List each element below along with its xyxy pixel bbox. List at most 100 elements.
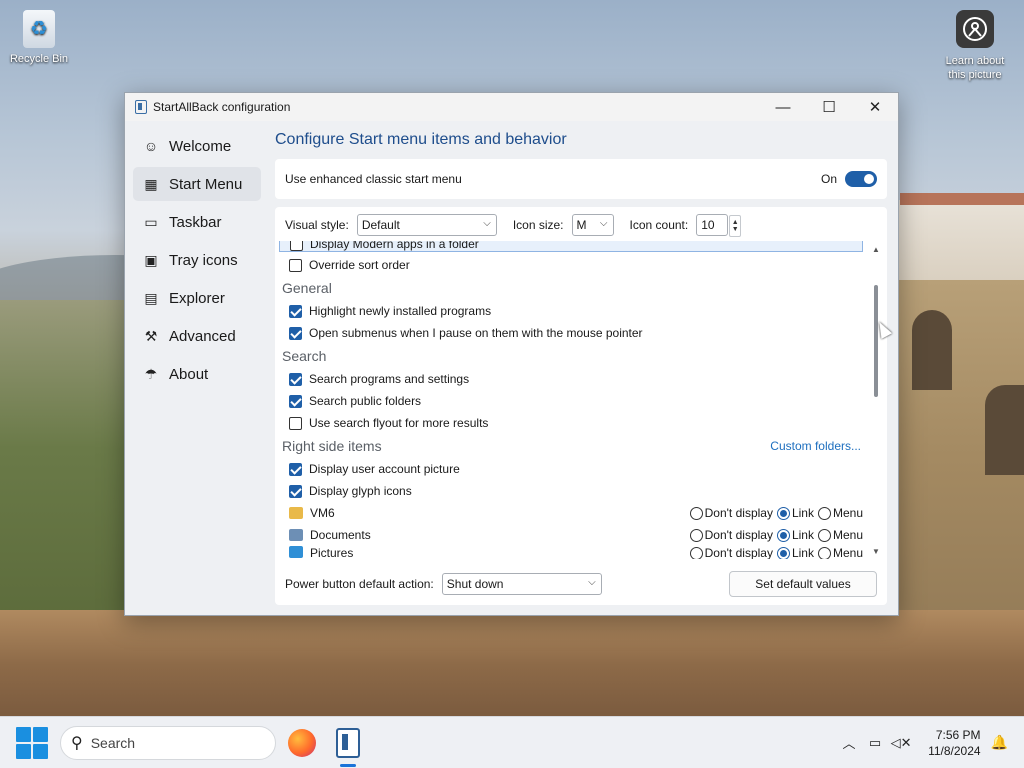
window-title: StartAllBack configuration bbox=[153, 100, 291, 114]
sidebar-item-about[interactable]: ☂ About bbox=[133, 357, 261, 391]
sidebar-item-label: Welcome bbox=[169, 137, 232, 155]
display-mode-radios: Don't display Link Menu bbox=[686, 528, 863, 542]
checkbox[interactable] bbox=[289, 326, 302, 340]
radio-button[interactable] bbox=[817, 546, 831, 559]
radio-dont-display[interactable]: Don't display bbox=[689, 506, 773, 520]
wrench-icon: ⚒ bbox=[144, 327, 158, 344]
volume-muted-icon[interactable]: ◁✕ bbox=[890, 735, 912, 751]
smile-icon: ☺ bbox=[143, 138, 159, 154]
notification-bell-icon[interactable]: 🔔 bbox=[991, 734, 1008, 751]
radio-button[interactable] bbox=[776, 528, 790, 542]
network-icon[interactable]: ▭ bbox=[864, 735, 886, 751]
startallback-app-icon bbox=[135, 100, 147, 114]
list-item[interactable]: Use search flyout for more results bbox=[279, 412, 863, 434]
checkbox[interactable] bbox=[289, 484, 302, 498]
group-header-search: Search bbox=[279, 344, 863, 368]
title-bar[interactable]: StartAllBack configuration — ☐ ✕ bbox=[125, 93, 898, 121]
chevron-up-icon[interactable]: ▲ bbox=[732, 219, 739, 226]
checkbox[interactable] bbox=[289, 372, 302, 386]
sidebar-item-welcome[interactable]: ☺ Welcome bbox=[133, 129, 261, 163]
set-default-values-button[interactable]: Set default values bbox=[729, 571, 877, 597]
sidebar-item-tray-icons[interactable]: ▣ Tray icons bbox=[133, 243, 261, 277]
option-label: Display Modern apps in a folder bbox=[310, 241, 479, 251]
list-item[interactable]: Open submenus when I pause on them with … bbox=[279, 322, 863, 344]
radio-button[interactable] bbox=[776, 506, 790, 520]
list-item[interactable]: Search public folders bbox=[279, 390, 863, 412]
radio-label: Menu bbox=[832, 546, 863, 559]
chevron-down-icon: ⌵ bbox=[588, 577, 596, 588]
folder-row-pictures: Pictures Don't display Link Menu bbox=[279, 546, 863, 559]
folder-row-documents: Documents Don't display Link Menu bbox=[279, 524, 863, 546]
chevron-up-icon[interactable]: ︿ bbox=[838, 733, 860, 752]
power-action-value: Shut down bbox=[446, 577, 504, 591]
folder-label: VM6 bbox=[310, 506, 335, 520]
sidebar-item-start-menu[interactable]: ▦ Start Menu bbox=[133, 167, 261, 201]
startallback-taskbar-button[interactable] bbox=[328, 723, 368, 767]
checkbox[interactable] bbox=[289, 258, 302, 272]
recycle-bin-desktop-icon[interactable]: ♻ Recycle Bin bbox=[6, 10, 72, 66]
radio-button[interactable] bbox=[817, 528, 831, 542]
radio-menu[interactable]: Menu bbox=[817, 506, 863, 520]
toggle-switch[interactable] bbox=[845, 171, 877, 187]
maximize-button[interactable]: ☐ bbox=[806, 93, 852, 121]
option-label: Search programs and settings bbox=[309, 372, 470, 386]
scroll-up-icon[interactable]: ▲ bbox=[871, 245, 881, 257]
taskbar-icon: ▭ bbox=[144, 213, 158, 230]
checkbox[interactable] bbox=[289, 394, 302, 408]
radio-button[interactable] bbox=[689, 506, 703, 520]
settings-panel: Visual style: Default ⌵ Icon size: M ⌵ I… bbox=[275, 207, 887, 605]
radio-dont-display[interactable]: Don't display bbox=[689, 546, 773, 559]
windows-start-button[interactable] bbox=[16, 726, 48, 759]
stepper-arrows[interactable]: ▲ ▼ bbox=[729, 215, 742, 237]
close-button[interactable]: ✕ bbox=[852, 93, 898, 121]
radio-button[interactable] bbox=[689, 546, 703, 559]
group-header-general: General bbox=[279, 276, 863, 300]
firefox-taskbar-button[interactable] bbox=[282, 723, 322, 763]
option-label: Override sort order bbox=[309, 258, 410, 272]
radio-button[interactable] bbox=[689, 528, 703, 542]
radio-link[interactable]: Link bbox=[776, 528, 814, 542]
radio-button[interactable] bbox=[817, 506, 831, 520]
checkbox[interactable] bbox=[289, 304, 302, 318]
learn-about-picture-desktop-icon[interactable]: Learn about this picture bbox=[940, 10, 1010, 82]
minimize-button[interactable]: — bbox=[760, 93, 806, 121]
icon-count-stepper[interactable]: 10 ▲ ▼ bbox=[696, 214, 742, 237]
radio-label: Link bbox=[791, 528, 814, 542]
enhanced-start-menu-toggle[interactable]: On bbox=[821, 171, 877, 187]
display-mode-radios: Don't display Link Menu bbox=[686, 546, 863, 559]
search-placeholder: Search bbox=[90, 734, 136, 751]
checkbox[interactable] bbox=[289, 462, 302, 476]
scroll-thumb[interactable] bbox=[874, 285, 878, 397]
power-action-dropdown[interactable]: Shut down ⌵ bbox=[441, 573, 602, 595]
folder-label: Documents bbox=[310, 528, 371, 542]
scroll-down-icon[interactable]: ▼ bbox=[871, 547, 881, 559]
radio-menu[interactable]: Menu bbox=[817, 546, 863, 559]
icon-size-dropdown[interactable]: M ⌵ bbox=[571, 214, 614, 236]
checkbox[interactable] bbox=[290, 241, 303, 251]
options-row: Visual style: Default ⌵ Icon size: M ⌵ I… bbox=[285, 213, 742, 237]
list-item[interactable]: Display Modern apps in a folder bbox=[279, 241, 863, 252]
sidebar-item-advanced[interactable]: ⚒ Advanced bbox=[133, 319, 261, 353]
list-item[interactable]: Highlight newly installed programs bbox=[279, 300, 863, 322]
list-item[interactable]: Override sort order bbox=[279, 254, 863, 276]
radio-link[interactable]: Link bbox=[776, 546, 814, 559]
sidebar-item-explorer[interactable]: ▤ Explorer bbox=[133, 281, 261, 315]
radio-link[interactable]: Link bbox=[776, 506, 814, 520]
sidebar-item-taskbar[interactable]: ▭ Taskbar bbox=[133, 205, 261, 239]
radio-dont-display[interactable]: Don't display bbox=[689, 528, 773, 542]
radio-button[interactable] bbox=[776, 546, 790, 559]
taskbar-search[interactable]: ⚲ Search bbox=[60, 725, 276, 760]
recycle-bin-label: Recycle Bin bbox=[9, 53, 69, 65]
list-item[interactable]: Display user account picture bbox=[279, 458, 863, 480]
list-scrollbar[interactable]: ▲ ▼ bbox=[871, 245, 881, 559]
folder-icon: ▤ bbox=[144, 289, 158, 306]
toggle-state-label: On bbox=[820, 172, 837, 186]
list-item[interactable]: Search programs and settings bbox=[279, 368, 863, 390]
visual-style-dropdown[interactable]: Default ⌵ bbox=[356, 214, 497, 236]
custom-folders-link[interactable]: Custom folders... bbox=[770, 439, 861, 453]
clock[interactable]: 7:56 PM 11/8/2024 bbox=[928, 727, 981, 759]
list-item[interactable]: Display glyph icons bbox=[279, 480, 863, 502]
checkbox[interactable] bbox=[289, 416, 302, 430]
chevron-down-icon[interactable]: ▼ bbox=[732, 226, 739, 233]
radio-menu[interactable]: Menu bbox=[817, 528, 863, 542]
